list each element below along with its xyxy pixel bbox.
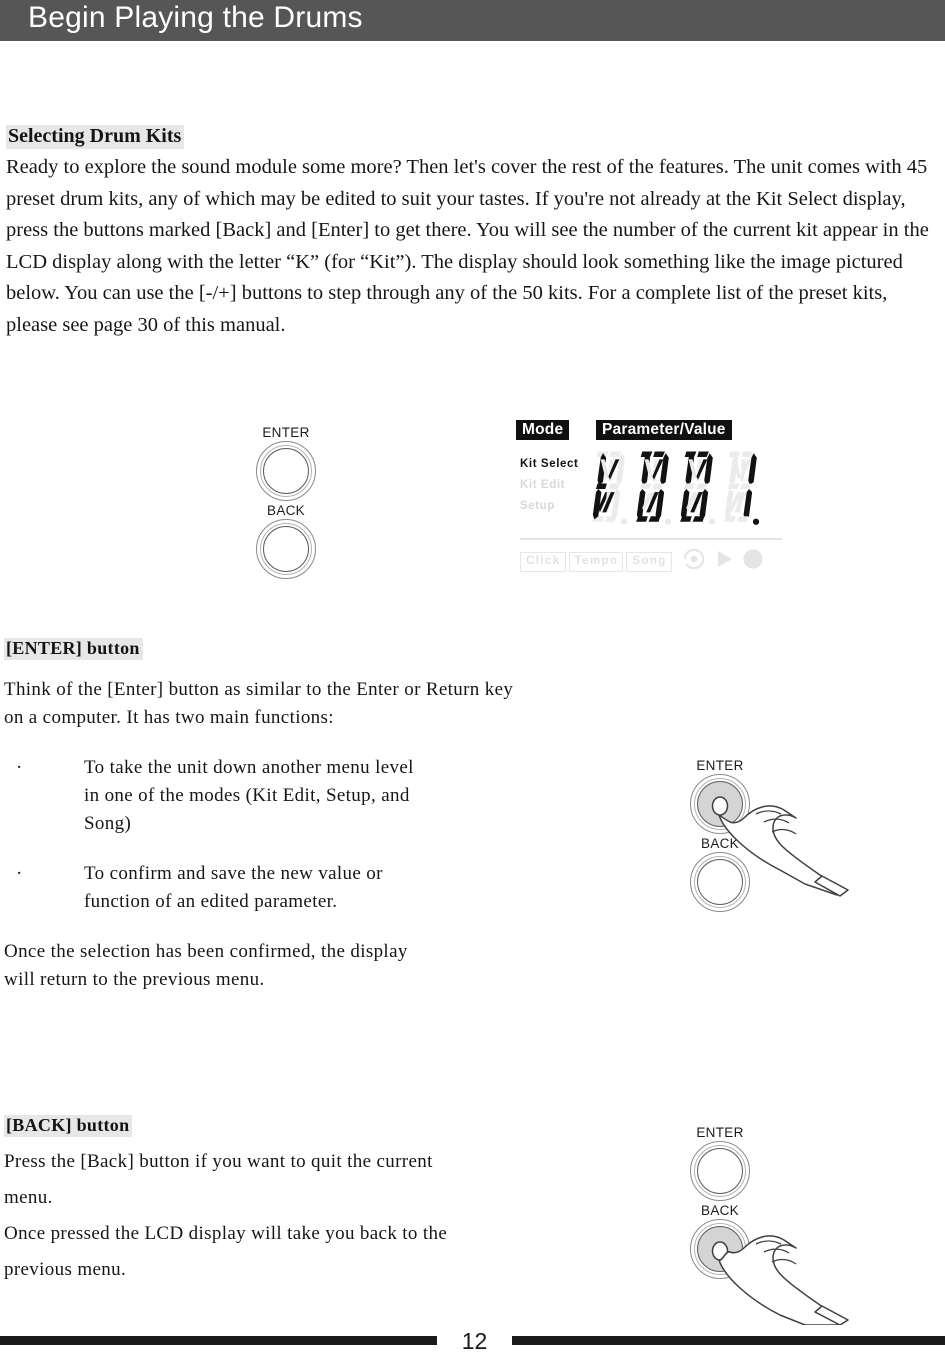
lcd-decimal-point (752, 518, 760, 525)
paragraph-kits: Ready to explore the sound module some m… (6, 156, 929, 336)
lcd-mode-kit-select: Kit Select (520, 458, 579, 470)
back-button[interactable] (256, 519, 316, 579)
lcd-segment-g1 (595, 483, 607, 489)
illustration-press-enter-button: ENTER BACK (672, 758, 872, 912)
enter-intro-text: Think of the [Enter] button as similar t… (4, 676, 704, 732)
lcd-segment-g1 (639, 483, 651, 489)
bullet-line-2: in one of the modes (Kit Edit, Setup, an… (84, 784, 410, 806)
lcd-main-area: Kit Select Kit Edit Setup (512, 450, 784, 532)
lcd-digit (588, 450, 632, 528)
back-para1-line-1: Press the [Back] button if you want to q… (4, 1150, 433, 1172)
bullet-text: To take the unit down another menu level… (84, 754, 704, 838)
bullet-line-2: function of an edited parameter. (84, 890, 338, 912)
section-selecting-drum-kits: Selecting Drum Kits Ready to explore the… (6, 125, 941, 342)
section-body-selecting-drum-kits: Ready to explore the sound module some m… (6, 152, 941, 342)
lcd-segment-g2 (608, 483, 620, 489)
bullet-marker: · (16, 862, 23, 884)
section-enter-button: [ENTER] button Think of the [Enter] butt… (4, 638, 704, 994)
page-header-bar: Begin Playing the Drums (0, 0, 945, 41)
page-footer: 12 (0, 1330, 945, 1353)
lcd-divider (520, 538, 782, 540)
lcd-segment-d2 (604, 516, 617, 522)
page-number: 12 (461, 1328, 488, 1354)
lcd-segment-g1 (683, 483, 695, 489)
lcd-chip-tempo: Tempo (568, 551, 624, 572)
list-item: · To take the unit down another menu lev… (4, 754, 704, 838)
lcd-segment-d2 (736, 516, 749, 522)
lcd-segment-a2 (609, 451, 621, 458)
back-para1-line-2: menu. (4, 1186, 53, 1208)
enter-intro-line-1: Think of the [Enter] button as similar t… (4, 678, 514, 700)
play-icon (713, 548, 735, 575)
lcd-segment-g2 (740, 483, 752, 489)
lcd-decimal-point (620, 518, 628, 525)
lcd-decimal-point (664, 518, 672, 525)
list-item: · To confirm and save the new value or f… (4, 860, 704, 916)
back-para2-line-1: Once pressed the LCD display will take y… (4, 1222, 448, 1244)
page-title: Begin Playing the Drums (28, 1, 363, 34)
enter-bullet-list: · To take the unit down another menu lev… (4, 754, 704, 916)
section-heading-enter-button: [ENTER] button (4, 638, 143, 660)
back-para2-line-2: previous menu. (4, 1258, 127, 1280)
lcd-mode-kit-edit: Kit Edit (520, 479, 566, 491)
lcd-segment-b (660, 453, 669, 486)
hand-pointing-icon (711, 796, 849, 897)
bullet-line-1: To take the unit down another menu level (84, 756, 414, 778)
lcd-segment-b (704, 453, 713, 486)
bullet-line-1: To confirm and save the new value or (84, 862, 383, 884)
bullet-line-3: Song) (84, 812, 132, 834)
footer-rule-left (0, 1336, 437, 1345)
lcd-segment-d2 (648, 516, 661, 522)
hand-pointing-icon (711, 1235, 849, 1325)
footer-rule-right (512, 1336, 945, 1345)
figure-kit-select-display: ENTER BACK Mode Parameter/Value Kit Sele… (0, 415, 945, 590)
record-icon (681, 548, 707, 575)
enter-outro-text: Once the selection has been confirmed, t… (4, 938, 704, 994)
lcd-segment-a2 (653, 451, 665, 458)
stop-icon (741, 548, 765, 575)
lcd-segment-a2 (741, 451, 753, 458)
lcd-chip-song: Song (626, 551, 672, 572)
lcd-segment-b (616, 453, 625, 486)
button-stack-enter-back: ENTER BACK (250, 425, 322, 579)
lcd-segment-display (588, 450, 784, 532)
bullet-text: To confirm and save the new value or fun… (84, 860, 704, 916)
lcd-tag-parameter-value: Parameter/Value (596, 420, 732, 440)
enter-outro-line-2: will return to the previous menu. (4, 968, 265, 990)
lcd-digit (720, 450, 764, 528)
lcd-segment-g1 (727, 483, 739, 489)
enter-button-label: ENTER (262, 425, 310, 440)
lcd-top-tags: Mode Parameter/Value (512, 420, 784, 440)
lcd-segment-d2 (692, 516, 705, 522)
enter-button[interactable] (256, 441, 316, 501)
lcd-segment-g2 (696, 483, 708, 489)
illustration-press-back-button: ENTER BACK (672, 1125, 872, 1325)
lcd-segment-b (748, 453, 757, 486)
lcd-segment-g2 (652, 483, 664, 489)
lcd-mode-setup: Setup (520, 500, 555, 512)
lcd-segment-a2 (697, 451, 709, 458)
lcd-digit (676, 450, 720, 528)
lcd-mode-list: Kit Select Kit Edit Setup (520, 454, 594, 517)
enter-intro-line-2: on a computer. It has two main functions… (4, 706, 334, 728)
section-heading-back-button: [BACK] button (4, 1115, 133, 1137)
lcd-chip-click: Click (520, 551, 566, 572)
enter-outro-line-1: Once the selection has been confirmed, t… (4, 940, 408, 962)
lcd-status-row: Click Tempo Song (520, 548, 790, 574)
lcd-tag-mode: Mode (516, 420, 570, 440)
lcd-display: Mode Parameter/Value Kit Select Kit Edit… (512, 420, 784, 580)
back-body-text: Press the [Back] button if you want to q… (4, 1148, 664, 1284)
section-heading-selecting-drum-kits: Selecting Drum Kits (6, 125, 185, 149)
bullet-marker: · (16, 756, 23, 778)
section-back-button: [BACK] button Press the [Back] button if… (4, 1115, 664, 1292)
back-button-label: BACK (267, 503, 305, 518)
lcd-digit (632, 450, 676, 528)
lcd-decimal-point (708, 518, 716, 525)
